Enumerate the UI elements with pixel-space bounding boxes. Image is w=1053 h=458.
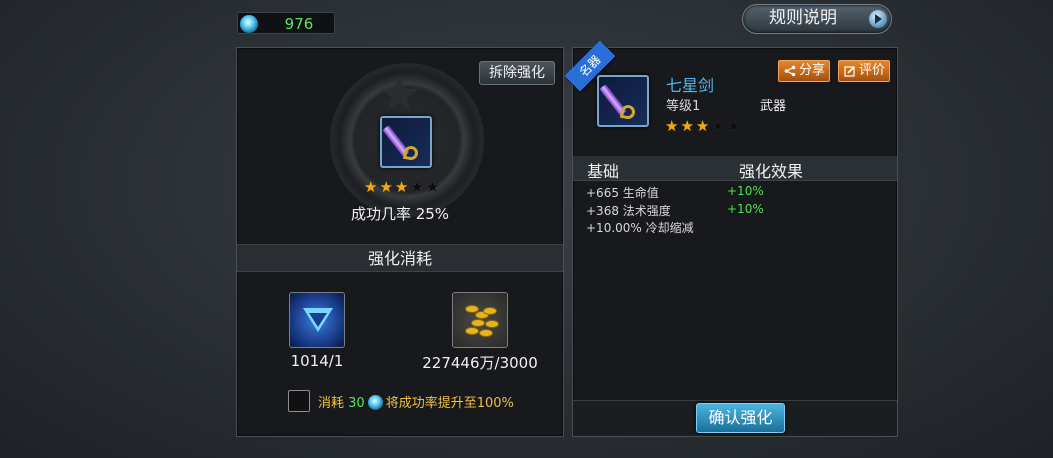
item-name: 七星剑 (666, 76, 715, 95)
stat-row-base: +10.00% 冷却缩减 (586, 221, 694, 235)
seven-star-sword-icon[interactable] (597, 75, 649, 127)
star-emblem-icon: ★ (377, 65, 422, 123)
stat-row-base: +368 法术强度 (586, 204, 671, 218)
stat-row-base: +665 生命值 (586, 186, 659, 200)
boost-checkbox[interactable] (288, 390, 310, 412)
remove-enhance-button[interactable]: 拆除强化 (479, 61, 555, 85)
star-icon: ★ (665, 117, 679, 135)
share-button[interactable]: 分享 (778, 60, 830, 82)
gold-cost-amount: 227446万/3000 (422, 354, 538, 372)
item-star-rating: ★ ★ ★ ★ ★ (665, 119, 740, 134)
star-icon: ★ (394, 178, 409, 196)
stat-row-bonus: +10% (727, 202, 764, 216)
star-empty-icon: ★ (425, 178, 440, 196)
enhance-star-rating: ★ ★ ★ ★ ★ (364, 180, 439, 195)
share-icon (784, 65, 796, 77)
blue-triangle-gem-icon[interactable] (289, 292, 345, 348)
blue-crystal-icon (367, 395, 383, 410)
blue-crystal-icon (240, 15, 258, 33)
star-icon: ★ (680, 117, 694, 135)
cost-header: 强化消耗 (237, 244, 563, 272)
gold-coins-icon[interactable] (452, 292, 508, 348)
play-arrow-icon (869, 10, 887, 28)
rules-button[interactable]: 规则说明 (742, 4, 892, 34)
review-button[interactable]: 评价 (838, 60, 890, 82)
rules-button-label: 规则说明 (769, 8, 837, 28)
currency-display: 976 (237, 12, 335, 34)
item-type: 武器 (760, 99, 787, 114)
confirm-enhance-button[interactable]: 确认强化 (696, 403, 785, 433)
star-icon: ★ (695, 117, 710, 135)
edit-icon (844, 66, 855, 77)
success-rate: 成功几率 25% (350, 205, 450, 223)
currency-value: 976 (284, 15, 314, 33)
base-stat-header: 基础 (587, 162, 620, 181)
gem-cost-amount: 1014/1 (290, 352, 344, 370)
star-empty-icon: ★ (726, 117, 741, 135)
star-empty-icon: ★ (410, 178, 424, 196)
enhance-stat-header: 强化效果 (739, 162, 804, 181)
boost-amount: 30 (348, 396, 365, 411)
star-icon: ★ (364, 178, 378, 196)
star-empty-icon: ★ (711, 117, 725, 135)
boost-text: 消耗 30 将成功率提升至100% (318, 395, 514, 411)
stat-row-bonus: +10% (727, 184, 764, 198)
seven-star-sword-icon[interactable] (380, 116, 432, 168)
stat-header: 基础 强化效果 (573, 156, 897, 181)
item-level: 等级1 (666, 99, 701, 114)
star-icon: ★ (379, 178, 393, 196)
